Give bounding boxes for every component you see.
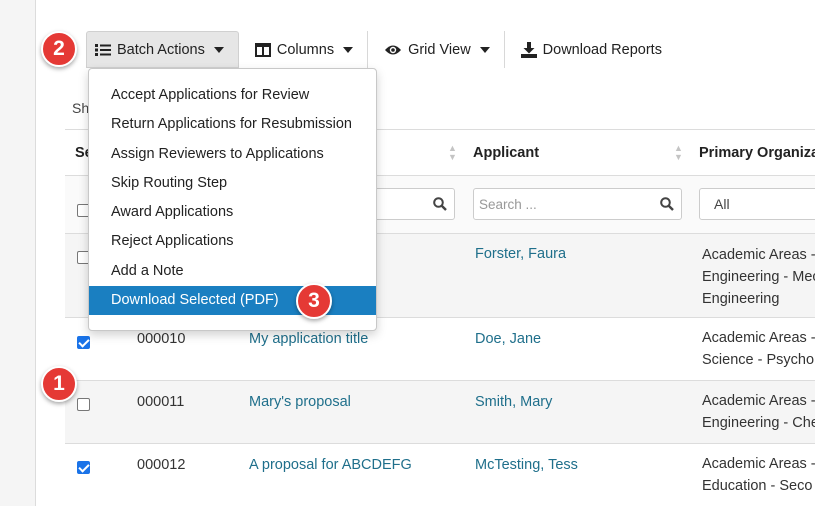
application-title-link[interactable]: My application title	[249, 331, 368, 347]
grid-view-label: Grid View	[408, 41, 471, 58]
menu-item-add-note[interactable]: Add a Note	[89, 257, 376, 286]
chevron-down-icon	[479, 46, 490, 53]
header-primary-organization[interactable]: Primary Organiza	[699, 145, 815, 161]
primary-organization-cell: Academic Areas - Education - Seco	[702, 456, 815, 494]
chevron-down-icon	[213, 46, 224, 53]
primary-organization-cell: Academic Areas - Science - Psycho	[702, 330, 815, 368]
table-row[interactable]: 000011 Mary's proposal Smith, Mary Acade…	[65, 381, 815, 444]
eye-icon	[384, 44, 402, 56]
step-callout-badge: 1	[41, 366, 77, 402]
batch-actions-menu: Accept Applications for Review Return Ap…	[88, 68, 377, 331]
application-id: 000012	[137, 457, 186, 473]
columns-icon	[254, 42, 271, 57]
row-checkbox[interactable]	[77, 461, 90, 474]
primary-organization-cell: Academic Areas - Engineering - Che	[702, 393, 815, 431]
menu-item-download-selected-pdf[interactable]: Download Selected (PDF)	[89, 286, 376, 316]
show-entries-label: Sh	[72, 100, 90, 116]
sort-icon[interactable]: ▲ ▼	[448, 144, 458, 162]
toolbar: Batch Actions Columns Grid View Download…	[86, 31, 676, 68]
columns-button[interactable]: Columns	[239, 31, 367, 68]
step-callout-badge: 2	[41, 31, 77, 67]
application-id: 000010	[137, 331, 186, 347]
application-title-link[interactable]: Mary's proposal	[249, 394, 351, 410]
columns-label: Columns	[276, 41, 335, 58]
organization-filter-value: All	[714, 196, 730, 212]
menu-item-award-applications[interactable]: Award Applications	[89, 198, 376, 227]
download-reports-button[interactable]: Download Reports	[505, 31, 676, 68]
batch-actions-button[interactable]: Batch Actions	[86, 31, 239, 68]
applicant-search-placeholder: Search ...	[479, 196, 537, 212]
menu-item-return-for-resubmission[interactable]: Return Applications for Resubmission	[89, 110, 376, 139]
download-reports-label: Download Reports	[542, 41, 662, 58]
menu-item-assign-reviewers[interactable]: Assign Reviewers to Applications	[89, 140, 376, 169]
search-icon	[660, 197, 674, 214]
application-title-link[interactable]: A proposal for ABCDEFG	[249, 457, 412, 473]
title-search-input[interactable]	[365, 188, 455, 220]
chevron-down-icon	[343, 46, 354, 53]
list-icon	[95, 43, 111, 57]
applicant-link[interactable]: McTesting, Tess	[475, 457, 578, 473]
row-checkbox[interactable]	[77, 336, 90, 349]
applicant-link[interactable]: Smith, Mary	[475, 394, 552, 410]
sort-icon[interactable]: ▲ ▼	[674, 144, 684, 162]
applicant-link[interactable]: Doe, Jane	[475, 331, 541, 347]
applicant-search-input[interactable]: Search ...	[473, 188, 682, 220]
menu-item-reject-applications[interactable]: Reject Applications	[89, 227, 376, 256]
primary-organization-cell: Academic Areas - Engineering - Mec Engin…	[702, 247, 815, 307]
application-id: 000011	[137, 394, 185, 410]
menu-item-skip-routing-step[interactable]: Skip Routing Step	[89, 169, 376, 198]
applicant-link[interactable]: Forster, Faura	[475, 246, 566, 262]
grid-view-button[interactable]: Grid View	[368, 31, 504, 68]
left-rail	[0, 0, 36, 506]
download-icon	[520, 41, 537, 58]
header-applicant[interactable]: Applicant	[473, 145, 539, 161]
menu-item-accept-for-review[interactable]: Accept Applications for Review	[89, 81, 376, 110]
row-checkbox[interactable]	[77, 398, 90, 411]
table-row[interactable]: 000012 A proposal for ABCDEFG McTesting,…	[65, 444, 815, 506]
batch-actions-label: Batch Actions	[117, 41, 205, 58]
search-icon	[433, 197, 447, 214]
step-callout-badge: 3	[296, 283, 332, 319]
organization-filter-select[interactable]: All	[699, 188, 815, 220]
